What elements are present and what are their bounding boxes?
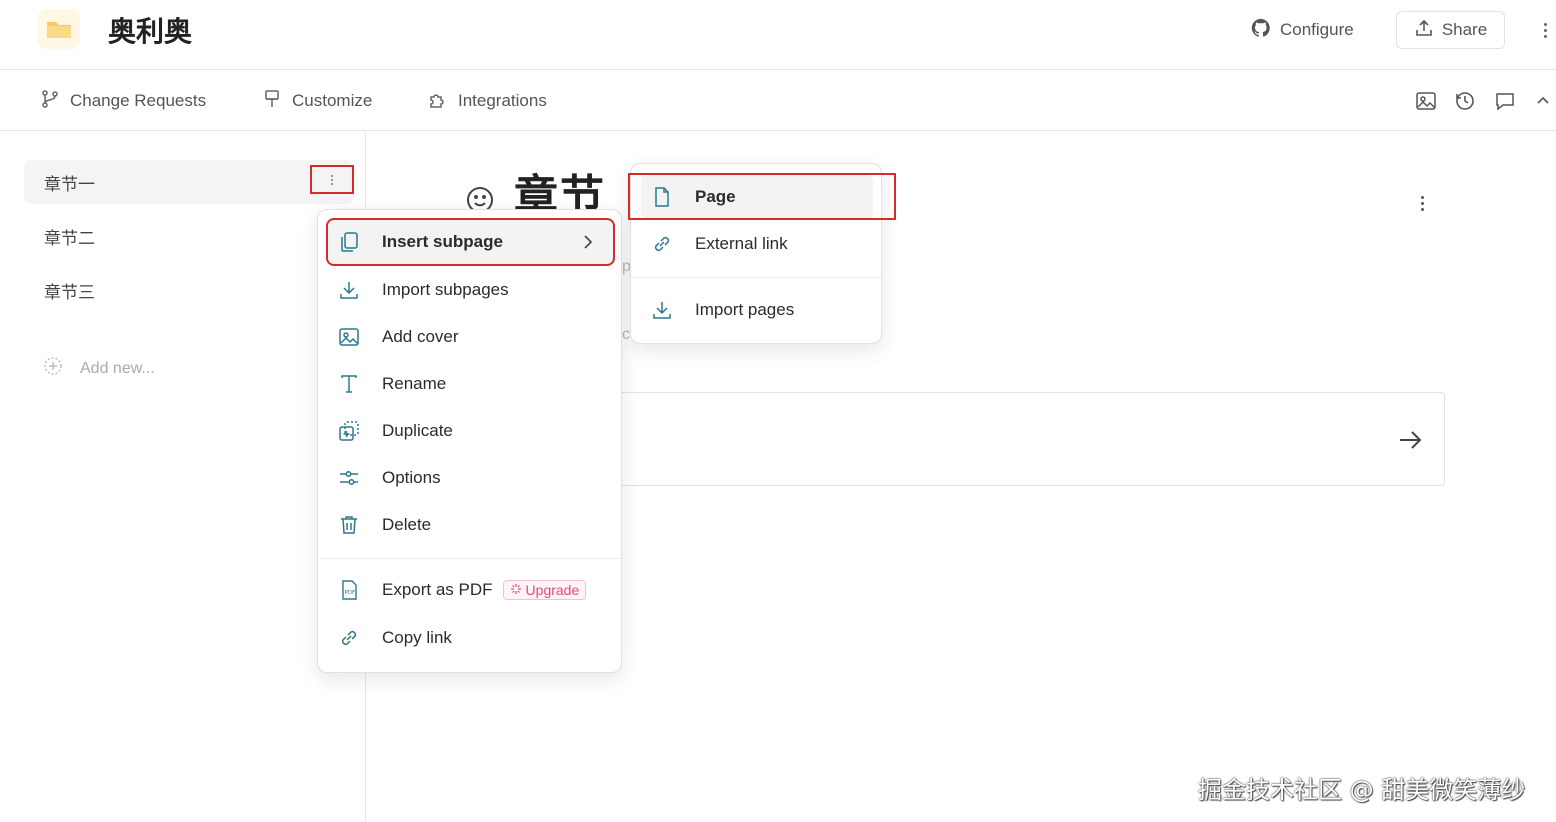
- menu-item-options[interactable]: Options: [328, 456, 613, 500]
- pdf-icon: PDF: [338, 579, 360, 601]
- add-new-label: Add new...: [80, 359, 155, 377]
- download-icon: [338, 279, 360, 301]
- menu-item-label: Copy link: [382, 628, 452, 647]
- menu-item-export-pdf[interactable]: PDF Export as PDF Upgrade: [328, 568, 613, 612]
- menu-item-import-subpages[interactable]: Import subpages: [328, 268, 613, 312]
- chevron-right-icon: [581, 234, 595, 250]
- link-icon: [338, 627, 360, 649]
- download-icon: [651, 299, 673, 321]
- submenu-divider: [631, 277, 881, 278]
- history-icon[interactable]: [1453, 89, 1477, 113]
- svg-text:PDF: PDF: [345, 590, 356, 596]
- tab-label: Change Requests: [70, 91, 207, 110]
- chevron-up-icon[interactable]: [1534, 89, 1552, 113]
- folder-icon[interactable]: [38, 9, 80, 49]
- submenu-item-label: Import pages: [695, 300, 795, 319]
- space-title: 奥利奥: [108, 16, 193, 47]
- watermark: 掘金技术社区 @ 甜美微笑薄纱: [1198, 776, 1526, 804]
- page-content-fragment: c: [622, 326, 630, 343]
- menu-item-insert-subpage[interactable]: Insert subpage: [326, 218, 615, 266]
- submenu-item-label: External link: [695, 234, 788, 253]
- upload-icon: [1414, 18, 1434, 43]
- page-more-icon[interactable]: [1415, 192, 1429, 214]
- tab-change-requests[interactable]: Change Requests: [40, 87, 206, 115]
- tab-integrations[interactable]: Integrations: [428, 87, 547, 115]
- upgrade-label: Upgrade: [525, 582, 580, 598]
- menu-item-copy-link[interactable]: Copy link: [328, 616, 613, 660]
- copy-pages-icon: [338, 231, 360, 253]
- menu-item-label: Rename: [382, 374, 447, 393]
- sidebar-item-chapter-1[interactable]: 章节一: [24, 160, 354, 204]
- submenu-item-import-pages[interactable]: Import pages: [641, 288, 873, 332]
- next-page-card[interactable]: [560, 392, 1445, 486]
- menu-item-label: Delete: [382, 515, 432, 534]
- menu-item-delete[interactable]: Delete: [328, 503, 613, 547]
- sliders-icon: [338, 467, 360, 489]
- menu-item-label: Duplicate: [382, 421, 453, 440]
- add-new-button[interactable]: Add new...: [42, 355, 155, 382]
- context-menu: Insert subpage Import subpages Add cover…: [317, 209, 622, 673]
- sidebar-item-label: 章节二: [44, 228, 95, 249]
- menu-item-label: Import subpages: [382, 280, 509, 299]
- share-button[interactable]: Share: [1396, 11, 1505, 49]
- upgrade-badge[interactable]: Upgrade: [502, 580, 587, 600]
- configure-button[interactable]: Configure: [1240, 12, 1364, 48]
- menu-item-label: Options: [382, 468, 441, 487]
- comment-icon[interactable]: [1493, 89, 1517, 113]
- image-icon: [338, 326, 360, 348]
- menu-item-rename[interactable]: Rename: [328, 362, 613, 406]
- menu-item-duplicate[interactable]: Duplicate: [328, 409, 613, 453]
- sparkle-icon: [510, 582, 522, 598]
- more-vertical-icon[interactable]: [1538, 18, 1552, 42]
- tab-customize[interactable]: Customize: [262, 87, 372, 115]
- menu-divider: [318, 558, 621, 559]
- menu-item-add-cover[interactable]: Add cover: [328, 315, 613, 359]
- page-title[interactable]: 章节一: [514, 160, 634, 210]
- item-more-button[interactable]: [310, 165, 354, 194]
- sub-bar: Change Requests Customize Integrations: [0, 71, 1556, 131]
- menu-item-label: Add cover: [382, 327, 459, 346]
- share-label: Share: [1441, 20, 1488, 39]
- menu-item-label: Insert subpage: [382, 232, 503, 251]
- puzzle-icon: [428, 89, 448, 114]
- text-icon: [338, 373, 360, 395]
- configure-label: Configure: [1280, 20, 1354, 39]
- tab-label: Integrations: [458, 91, 547, 110]
- top-bar: 奥利奥 Configure Share: [0, 0, 1556, 70]
- highlight-annotation-box: [628, 173, 896, 220]
- plus-circle-icon: [42, 355, 64, 382]
- github-icon: [1250, 17, 1272, 44]
- tab-label: Customize: [292, 91, 373, 110]
- paint-brush-icon: [262, 89, 282, 114]
- sidebar-item-chapter-3[interactable]: 章节三: [24, 268, 354, 312]
- menu-item-label: Export as PDF: [382, 580, 493, 599]
- submenu-item-external-link[interactable]: External link: [641, 222, 873, 266]
- link-icon: [651, 233, 673, 255]
- image-icon[interactable]: [1414, 89, 1438, 113]
- sidebar-item-label: 章节一: [44, 174, 95, 195]
- duplicate-icon: [338, 420, 360, 442]
- arrow-right-icon: [1396, 426, 1424, 454]
- trash-icon: [338, 514, 360, 536]
- branch-icon: [40, 89, 60, 114]
- sidebar-item-label: 章节三: [44, 282, 95, 303]
- sidebar-item-chapter-2[interactable]: 章节二: [24, 214, 354, 258]
